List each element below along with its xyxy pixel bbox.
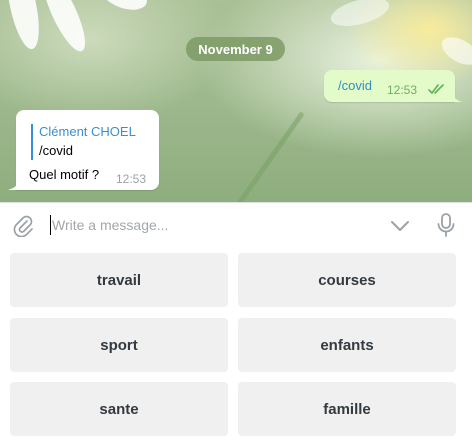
keyboard-button-courses[interactable]: courses (238, 253, 456, 307)
paperclip-icon[interactable] (12, 213, 34, 237)
message-text: Quel motif ? (29, 167, 100, 182)
reply-keyboard: travail courses sport enfants sante fami… (0, 246, 472, 441)
chevron-down-icon[interactable] (389, 216, 411, 236)
background-petal (327, 0, 393, 32)
reply-bar (31, 124, 33, 160)
chat-area: November 9 /covid 12:53 Clément CHOEL /c… (0, 0, 472, 202)
reply-sender-name[interactable]: Clément CHOEL (39, 124, 136, 139)
message-time: 12:53 (387, 83, 418, 97)
message-text[interactable]: /covid (338, 78, 372, 93)
bubble-tail (452, 94, 462, 102)
text-cursor (50, 215, 51, 235)
background-petal (437, 31, 472, 71)
background-petal (97, 0, 151, 16)
background-petal (0, 0, 46, 52)
keyboard-button-travail[interactable]: travail (10, 253, 228, 307)
outgoing-message[interactable]: /covid 12:53 (324, 70, 455, 102)
keyboard-button-famille[interactable]: famille (238, 382, 456, 436)
bubble-tail (8, 181, 20, 190)
keyboard-button-sante[interactable]: sante (10, 382, 228, 436)
message-time: 12:53 (116, 172, 147, 186)
keyboard-button-enfants[interactable]: enfants (238, 318, 456, 372)
incoming-message[interactable]: Clément CHOEL /covid Quel motif ? 12:53 (16, 110, 159, 190)
date-separator: November 9 (186, 37, 285, 61)
message-input[interactable] (52, 215, 372, 235)
date-label: November 9 (198, 41, 273, 57)
keyboard-button-sport[interactable]: sport (10, 318, 228, 372)
reply-quoted-text[interactable]: /covid (39, 143, 73, 158)
background-stem (220, 111, 305, 202)
message-composer (0, 202, 472, 247)
microphone-icon[interactable] (435, 212, 457, 238)
double-check-icon (428, 84, 444, 94)
background-petal (35, 0, 93, 57)
